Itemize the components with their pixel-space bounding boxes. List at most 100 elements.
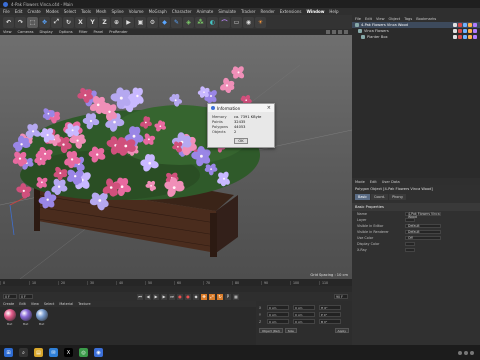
floor-icon[interactable]: ▭: [231, 16, 242, 28]
search-icon[interactable]: ⌕: [19, 348, 28, 357]
maximize-icon[interactable]: [344, 30, 348, 34]
attr-field[interactable]: [405, 247, 415, 253]
camera-icon[interactable]: ◉: [243, 16, 254, 28]
end-frame-field[interactable]: 90 F: [334, 294, 348, 299]
render-view-icon[interactable]: ▶: [123, 16, 134, 28]
x-icon[interactable]: X: [64, 348, 73, 357]
tag-icon[interactable]: [458, 35, 462, 39]
zoom-icon[interactable]: [332, 30, 336, 34]
mat-menu-select[interactable]: Select: [44, 302, 54, 306]
attr-menu-user-data[interactable]: User Data: [382, 180, 400, 184]
axis-z-icon[interactable]: Z: [99, 16, 110, 28]
tag-icon[interactable]: [453, 29, 457, 33]
menu-item-extensions[interactable]: Extensions: [280, 9, 302, 14]
timeline-ruler[interactable]: 0 10 20 30 40 50 60 70 80 90 100 110: [0, 279, 352, 286]
attr-menu-mode[interactable]: Mode: [355, 180, 365, 184]
viewport-menu-panel[interactable]: Panel: [94, 30, 104, 34]
chrome-icon[interactable]: ◎: [79, 348, 88, 357]
cinema4d-icon[interactable]: ◉: [94, 348, 103, 357]
coord-system-icon[interactable]: ⊕: [111, 16, 122, 28]
tag-icon[interactable]: [458, 23, 462, 27]
light-icon[interactable]: ☀: [255, 16, 266, 28]
obj-menu-bookmarks[interactable]: Bookmarks: [416, 17, 436, 21]
autokey-icon[interactable]: ●: [185, 293, 191, 300]
object-row[interactable]: Planter Box: [352, 34, 480, 40]
ok-button[interactable]: OK: [234, 138, 248, 144]
obj-menu-object[interactable]: Object: [389, 17, 401, 21]
axis-x-icon[interactable]: X: [75, 16, 86, 28]
viewport-menu-prorender[interactable]: ProRender: [109, 30, 128, 34]
mat-menu-texture[interactable]: Texture: [78, 302, 90, 306]
object-manager[interactable]: 4-Pak Flowers Vinca Wood Vinca Flowers Pla…: [352, 22, 480, 172]
tag-icon[interactable]: [463, 29, 467, 33]
menu-item-tracker[interactable]: Tracker: [241, 9, 255, 14]
cube-icon[interactable]: ◆: [159, 16, 170, 28]
material-swatch[interactable]: Mat: [19, 309, 32, 343]
viewport-menu-view[interactable]: View: [3, 30, 12, 34]
mat-menu-create[interactable]: Create: [3, 302, 14, 306]
menu-item-window[interactable]: Window: [306, 9, 324, 14]
pla-key-icon[interactable]: ▦: [233, 293, 239, 300]
menu-item-mograph[interactable]: MoGraph: [149, 9, 167, 14]
attr-field[interactable]: Off: [405, 235, 441, 241]
tag-icon[interactable]: [453, 23, 457, 27]
menu-item-volume[interactable]: Volume: [129, 9, 144, 14]
menu-item-simulate[interactable]: Simulate: [218, 9, 236, 14]
attr-tab-basic[interactable]: Basic: [355, 194, 370, 200]
rotation-field[interactable]: H 0°: [319, 305, 341, 310]
apply-button[interactable]: Apply: [334, 328, 349, 333]
obj-menu-tags[interactable]: Tags: [404, 17, 412, 21]
tag-icon[interactable]: [463, 23, 467, 27]
start-frame-field[interactable]: 0 F: [3, 294, 17, 299]
material-swatch[interactable]: Mat: [3, 309, 16, 343]
tag-icon[interactable]: [473, 29, 477, 33]
size-field[interactable]: 0 cm: [293, 305, 315, 310]
tag-icon[interactable]: [453, 35, 457, 39]
menu-item-file[interactable]: File: [3, 9, 10, 14]
obj-menu-edit[interactable]: Edit: [365, 17, 372, 21]
mail-icon[interactable]: ✉: [49, 348, 58, 357]
pan-icon[interactable]: [326, 30, 330, 34]
keyframe-icon[interactable]: ◆: [193, 293, 199, 300]
scale-icon[interactable]: ⤢: [51, 16, 62, 28]
rotation-field[interactable]: B 0°: [319, 319, 341, 324]
size-field[interactable]: 0 cm: [293, 319, 315, 324]
move-key-icon[interactable]: ✥: [201, 293, 207, 300]
attr-field[interactable]: Default: [405, 229, 441, 235]
material-swatch[interactable]: Mat: [35, 309, 48, 343]
attr-tab-phong[interactable]: Phong: [389, 194, 406, 200]
menu-item-modes[interactable]: Modes: [46, 9, 59, 14]
mat-menu-view[interactable]: View: [31, 302, 39, 306]
tag-icon[interactable]: [473, 23, 477, 27]
position-field[interactable]: 0 cm: [267, 305, 289, 310]
menu-item-help[interactable]: Help: [329, 9, 338, 14]
close-icon[interactable]: ×: [267, 105, 271, 111]
bend-icon[interactable]: ⌒: [219, 16, 230, 28]
size-field[interactable]: 0 cm: [293, 312, 315, 317]
size-mode-dropdown[interactable]: Size: [284, 328, 297, 333]
tag-icon[interactable]: [468, 29, 472, 33]
obj-menu-view[interactable]: View: [376, 17, 385, 21]
menu-item-mesh[interactable]: Mesh: [96, 9, 107, 14]
render-picture-icon[interactable]: ▣: [135, 16, 146, 28]
tray-icon[interactable]: [458, 350, 462, 355]
next-key-icon[interactable]: ▶: [161, 293, 167, 300]
render-settings-icon[interactable]: ⚙: [147, 16, 158, 28]
start-icon[interactable]: ⊞: [4, 348, 13, 357]
menu-item-select[interactable]: Select: [64, 9, 76, 14]
tag-icon[interactable]: [468, 23, 472, 27]
boole-icon[interactable]: ◐: [207, 16, 218, 28]
attr-field[interactable]: 4-Pak Flowers Vinca Wood: [405, 211, 441, 219]
menu-item-tools[interactable]: Tools: [81, 9, 91, 14]
attr-field[interactable]: [405, 241, 415, 247]
rotation-field[interactable]: P 0°: [319, 312, 341, 317]
tray-icon[interactable]: [464, 350, 468, 355]
object-mode-dropdown[interactable]: Object (Rel): [259, 328, 283, 333]
current-frame-field[interactable]: 0 F: [19, 294, 33, 299]
tag-icon[interactable]: [463, 35, 467, 39]
attr-field[interactable]: Default: [405, 223, 441, 229]
array-icon[interactable]: ⁂: [195, 16, 206, 28]
rotate-icon[interactable]: ↻: [63, 16, 74, 28]
tray-icon[interactable]: [470, 350, 474, 355]
viewport-menu-cameras[interactable]: Cameras: [18, 30, 34, 34]
